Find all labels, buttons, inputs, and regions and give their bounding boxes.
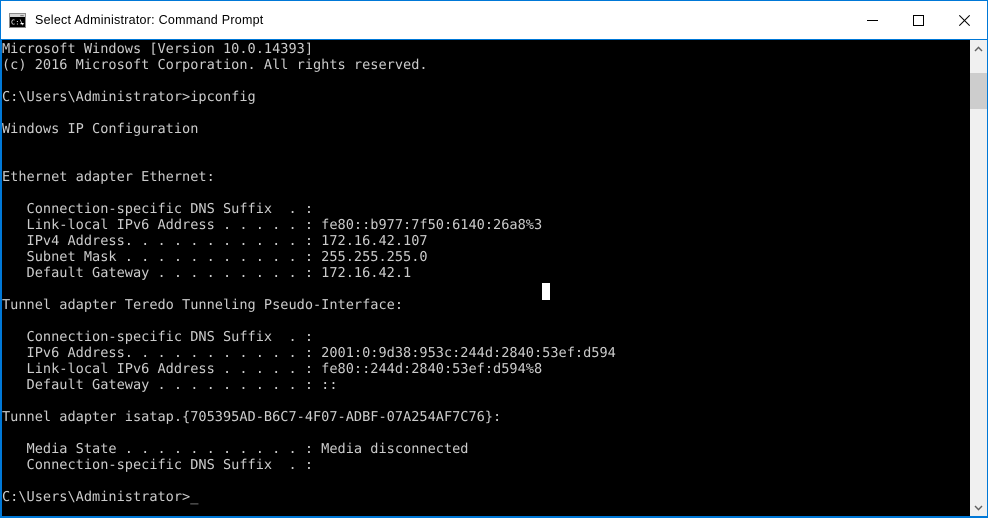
title-bar[interactable]: C:\ Select Administrator: Command Prompt	[1, 1, 987, 39]
window-title: Select Administrator: Command Prompt	[35, 12, 264, 27]
vertical-scrollbar[interactable]	[970, 40, 987, 517]
console-block-highlight	[542, 283, 550, 300]
chevron-down-icon	[974, 505, 983, 511]
minimize-icon	[866, 19, 878, 21]
maximize-icon	[912, 14, 924, 26]
console-output-surface[interactable]: Microsoft Windows [Version 10.0.14393] (…	[1, 40, 970, 517]
console-output-text: Microsoft Windows [Version 10.0.14393] (…	[2, 41, 616, 505]
close-icon	[958, 14, 970, 26]
scrollbar-track[interactable]	[970, 57, 987, 499]
maximize-button[interactable]	[895, 1, 941, 39]
scroll-up-button[interactable]	[970, 40, 987, 57]
caption-button-group	[849, 1, 987, 39]
minimize-button[interactable]	[849, 1, 895, 39]
svg-text:C:\: C:\	[11, 18, 24, 26]
scroll-down-button[interactable]	[970, 499, 987, 516]
command-prompt-icon[interactable]: C:\	[9, 12, 26, 29]
console-area: Microsoft Windows [Version 10.0.14393] (…	[1, 39, 987, 517]
command-prompt-window: C:\ Select Administrator: Command Prompt	[0, 0, 988, 518]
close-button[interactable]	[941, 1, 987, 39]
scrollbar-thumb[interactable]	[970, 73, 987, 109]
chevron-up-icon	[974, 45, 983, 51]
